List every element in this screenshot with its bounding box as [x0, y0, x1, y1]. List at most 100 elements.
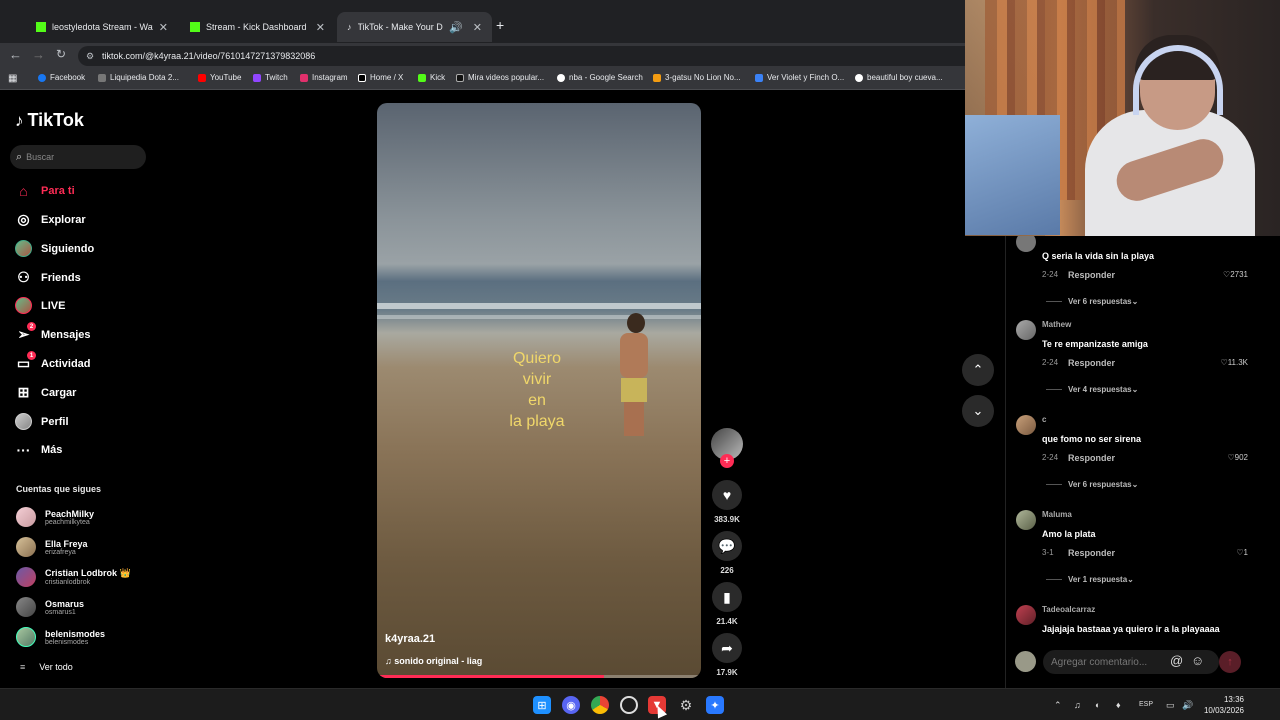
reply-button[interactable]: Responder	[1068, 548, 1115, 558]
avatar[interactable]	[1016, 415, 1036, 435]
previous-video-button[interactable]: ⌃	[962, 354, 994, 386]
webcam-overlay	[965, 0, 1280, 236]
following-account[interactable]: belenismodes belenismodes	[16, 627, 105, 647]
tray-chevron-up-icon[interactable]: ⌃	[1054, 700, 1062, 711]
back-icon[interactable]: ←	[9, 47, 22, 62]
see-all-link[interactable]: ≡ Ver todo	[20, 662, 73, 672]
search-input[interactable]: ⌕ Buscar	[10, 145, 146, 169]
comment-like-button[interactable]: ♡2731	[1223, 270, 1248, 279]
nav-mas[interactable]: ··· Más	[15, 441, 63, 458]
following-account[interactable]: Ella Freya erizafreya	[16, 537, 88, 557]
nav-perfil[interactable]: Perfil	[15, 413, 69, 430]
avatar	[16, 567, 36, 587]
follow-plus-icon[interactable]: +	[720, 454, 734, 468]
bookmark-x[interactable]: Home / X	[358, 73, 403, 82]
video-subject	[620, 313, 650, 438]
avatar	[15, 297, 32, 314]
bookmark-instagram[interactable]: Instagram	[300, 73, 348, 82]
app-icon[interactable]: ✦	[706, 696, 724, 714]
browser-tab-tiktok[interactable]: ♪ TikTok - Make Your Day 🔊 ✕	[337, 12, 492, 42]
send-comment-button[interactable]: ↑	[1219, 651, 1241, 673]
avatar	[15, 240, 32, 257]
close-tab-icon[interactable]: ✕	[159, 21, 168, 34]
bookmark-facebook[interactable]: Facebook	[38, 73, 85, 82]
view-replies-button[interactable]: Ver 6 respuestas ⌄	[1046, 297, 1138, 306]
nav-siguiendo[interactable]: Siguiendo	[15, 240, 94, 257]
view-replies-button[interactable]: Ver 6 respuestas ⌄	[1046, 480, 1138, 489]
bookmark-youtube[interactable]: YouTube	[198, 73, 241, 82]
nav-explorar[interactable]: ◎ Explorar	[15, 211, 85, 228]
nav-live[interactable]: LIVE	[15, 297, 65, 314]
url-input[interactable]: ⚙ tiktok.com/@k4yraa.21/video/7610147271…	[78, 46, 978, 66]
reply-button[interactable]: Responder	[1068, 358, 1115, 368]
following-account[interactable]: PeachMilky peachmilkytea	[16, 507, 94, 527]
video-progress-bar[interactable]	[377, 675, 701, 678]
home-icon: ⌂	[19, 182, 28, 199]
view-replies-button[interactable]: Ver 4 respuestas ⌄	[1046, 385, 1138, 394]
new-tab-button[interactable]: +	[496, 17, 504, 33]
microphone-icon[interactable]: ♦	[1116, 700, 1121, 710]
bookmark-twitch[interactable]: Twitch	[253, 73, 288, 82]
bookmark-tiktok[interactable]: Mira videos popular...	[456, 73, 544, 82]
close-tab-icon[interactable]: ✕	[473, 21, 482, 34]
bookmark-google[interactable]: nba - Google Search	[557, 73, 643, 82]
obs-icon[interactable]	[620, 696, 638, 714]
bookmark-kick[interactable]: Kick	[418, 73, 445, 82]
video-player[interactable]: Quiero vivir en la playa k4yraa.21 ♫ son…	[377, 103, 701, 678]
following-account[interactable]: Osmarus osmarus1	[16, 597, 84, 617]
system-clock[interactable]: 13:36 10/03/2026	[1198, 694, 1244, 716]
mention-icon[interactable]: @	[1170, 653, 1183, 668]
comment-like-button[interactable]: ♡902	[1227, 453, 1248, 462]
avatar[interactable]	[1016, 510, 1036, 530]
comment-like-button[interactable]: ♡11.3K	[1221, 358, 1248, 367]
nav-actividad[interactable]: ▭ 1 Actividad	[15, 351, 91, 372]
avatar[interactable]	[1016, 320, 1036, 340]
close-tab-icon[interactable]: ✕	[316, 21, 325, 34]
chrome-icon[interactable]	[591, 696, 609, 714]
tiktok-logo[interactable]: ♪ TikTok	[15, 110, 84, 131]
following-account[interactable]: Cristian Lodbrok 👑 cristianlodbrok	[16, 567, 131, 587]
windows-start-icon[interactable]: ⊞	[533, 696, 551, 714]
like-button[interactable]: ♥ 383.9K	[711, 480, 743, 524]
reply-button[interactable]: Responder	[1068, 270, 1115, 280]
chevron-down-icon: ⌄	[1131, 480, 1139, 489]
discord-icon[interactable]: ◉	[562, 696, 580, 714]
google-icon	[557, 73, 565, 82]
video-music[interactable]: ♫ sonido original - liag	[385, 656, 482, 666]
creator-avatar[interactable]: +	[711, 428, 743, 468]
save-button[interactable]: ▮ 21.4K	[711, 582, 743, 626]
headphones-icon[interactable]: ♫	[1074, 700, 1081, 710]
nav-mensajes[interactable]: ➢ 2 Mensajes	[15, 322, 91, 343]
video-username[interactable]: k4yraa.21	[385, 633, 435, 645]
speaker-icon[interactable]: 🔊	[449, 21, 463, 34]
avatar	[15, 413, 32, 430]
nav-para-ti[interactable]: ⌂ Para ti	[15, 182, 74, 199]
apps-icon[interactable]: ▦	[8, 73, 17, 84]
wave-decoration	[377, 315, 701, 319]
bookmark-beautiful-boy[interactable]: beautiful boy cueva...	[855, 73, 943, 82]
browser-tab-kick-stream[interactable]: leostyledota Stream - Watch Li... ✕	[26, 12, 178, 42]
comment-button[interactable]: 💬 226	[711, 531, 743, 575]
volume-icon[interactable]: 🔊	[1182, 700, 1193, 711]
comment-like-button[interactable]: ♡1	[1236, 548, 1248, 557]
share-button[interactable]: ➦ 17.9K	[711, 633, 743, 677]
next-video-button[interactable]: ⌄	[962, 395, 994, 427]
nav-friends[interactable]: ⚇ Friends	[15, 269, 81, 286]
avatar[interactable]	[1016, 605, 1036, 625]
nav-cargar[interactable]: ⊞ Cargar	[15, 384, 77, 401]
avatar	[16, 627, 36, 647]
view-replies-button[interactable]: Ver 1 respuesta ⌄	[1046, 575, 1134, 584]
language-indicator[interactable]: ESP	[1139, 701, 1153, 708]
reply-button[interactable]: Responder	[1068, 453, 1115, 463]
site-info-icon[interactable]: ⚙	[86, 51, 94, 62]
bookmark-3gatsu[interactable]: 3-gatsu No Lion No...	[653, 73, 741, 82]
steam-icon[interactable]: ◐	[1095, 700, 1100, 710]
settings-gear-icon[interactable]: ⚙	[677, 696, 695, 714]
bookmark-violet[interactable]: Ver Violet y Finch O...	[755, 73, 844, 82]
bookmark-liquipedia[interactable]: Liquipedia Dota 2...	[98, 73, 179, 82]
browser-tab-kick-dashboard[interactable]: Stream - Kick Dashboard ✕	[180, 12, 335, 42]
emoji-icon[interactable]: ☺	[1191, 653, 1204, 668]
network-icon[interactable]: ▭	[1166, 700, 1175, 711]
forward-icon[interactable]: →	[32, 47, 45, 62]
reload-icon[interactable]: ↻	[56, 47, 66, 61]
